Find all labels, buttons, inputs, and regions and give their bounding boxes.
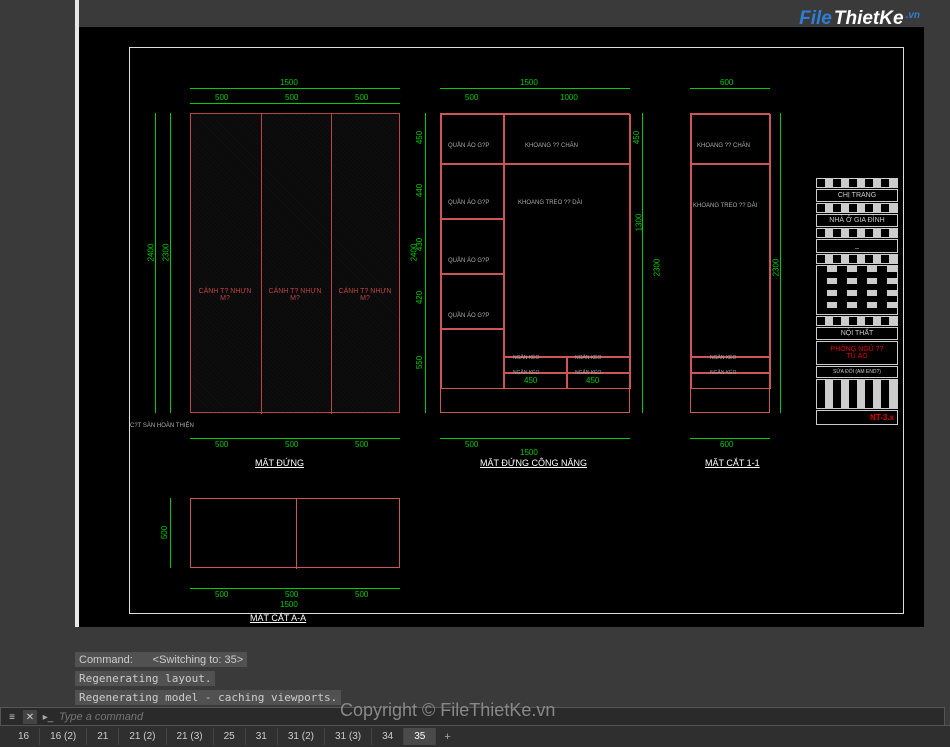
layout-tab[interactable]: 25: [214, 728, 246, 745]
layout-tab[interactable]: 35: [404, 728, 436, 745]
command-input-row[interactable]: ≡ ✕ ▸_: [0, 707, 945, 727]
plan-section-aa: [190, 498, 400, 568]
command-history-line: Command: <Switching to: 35>: [75, 652, 247, 667]
chevron-right-icon[interactable]: ▸_: [41, 710, 55, 724]
layout-tab-bar: 1616 (2)2121 (2)21 (3)253131 (2)31 (3)34…: [0, 725, 950, 747]
drawing-frame: 1500 500 500 500 CÁNH T? NHỰN M? CÁNH T?…: [129, 47, 904, 614]
section-1-1: [690, 113, 770, 413]
command-input[interactable]: [59, 711, 940, 723]
close-icon[interactable]: ✕: [23, 710, 37, 724]
menu-icon[interactable]: ≡: [5, 710, 19, 724]
layout-tab[interactable]: 34: [372, 728, 404, 745]
layout-tab[interactable]: 31: [246, 728, 278, 745]
command-history-line: Regenerating model - caching viewports.: [75, 690, 341, 705]
layout-tab[interactable]: 21: [87, 728, 119, 745]
view-label-section11: MẶT CẮT 1-1: [705, 458, 760, 468]
layout-tab[interactable]: 31 (2): [278, 728, 325, 745]
view-label-sectionaa: MẶT CẮT A-A: [250, 613, 306, 623]
command-line-area: Command: <Switching to: 35> Regenerating…: [75, 650, 925, 707]
view-label-function: MẶT ĐỨNG CÔNG NĂNG: [480, 458, 587, 468]
command-history-line: Regenerating layout.: [75, 671, 215, 686]
layout-tab[interactable]: 21 (3): [167, 728, 214, 745]
layout-tab[interactable]: 31 (3): [325, 728, 372, 745]
titleblock: CHỊ TRANG NHÀ Ở GIA ĐÌNH _ NỘI THẤT PHÒN…: [816, 178, 898, 426]
layout-tab[interactable]: 16 (2): [40, 728, 87, 745]
watermark-logo: File ThietKe .vn: [799, 8, 920, 30]
layout-tab[interactable]: 16: [8, 728, 40, 745]
layout-tab[interactable]: 21 (2): [119, 728, 166, 745]
view-label-elevation: MẶT ĐỨNG: [255, 458, 304, 468]
add-tab-button[interactable]: +: [436, 728, 458, 746]
drawing-canvas[interactable]: 1500 500 500 500 CÁNH T? NHỰN M? CÁNH T?…: [79, 27, 924, 627]
elevation-wardrobe: [190, 113, 400, 413]
